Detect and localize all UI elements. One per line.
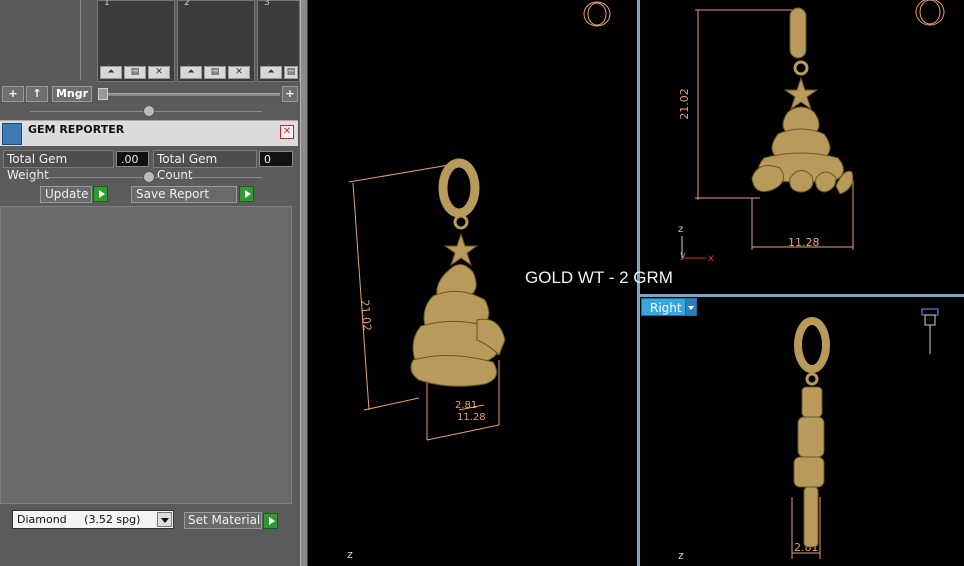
gem-stats-row: Total Gem Weight .00 Total Gem Count 0 <box>0 150 298 182</box>
chevron-down-icon[interactable] <box>157 512 172 527</box>
layer-up-button[interactable]: ⏶ <box>100 66 122 79</box>
layer-save-button[interactable]: ▤ <box>124 66 146 79</box>
gem-report-list[interactable] <box>0 206 292 504</box>
layer-toolbar: + ↑ Mngr + <box>0 84 300 104</box>
layer-column-2[interactable]: 2 ⏶ ▤ ✕ <box>177 0 255 82</box>
front-axis-z: z <box>678 224 683 235</box>
layer-number: 1 <box>104 0 110 8</box>
panel-divider-knob[interactable] <box>143 105 155 117</box>
gold-weight-label: GOLD WT - 2 GRM <box>525 268 673 287</box>
save-report-go-icon[interactable] <box>239 186 254 202</box>
front-width-dim: 11.28 <box>788 236 820 249</box>
panel-splitter[interactable] <box>300 0 308 566</box>
layer-slider-track <box>100 93 280 96</box>
manager-button[interactable]: Mngr <box>52 86 92 102</box>
ring-gizmo-icon <box>583 1 611 27</box>
perspective-axis-z: z <box>347 548 353 561</box>
total-gem-count-value: 0 <box>259 151 293 167</box>
gem-reporter-header: GEM REPORTER ✕ <box>0 120 298 146</box>
pendant-model <box>793 317 830 548</box>
view-name-tag[interactable]: Right <box>641 298 691 316</box>
plus-button[interactable]: + <box>282 86 298 102</box>
layer-save-button[interactable]: ▤ <box>284 66 298 79</box>
update-go-icon[interactable] <box>93 186 108 202</box>
layer-scrollbar[interactable] <box>80 0 92 80</box>
layer-manager: 1 ⏶ ▤ ✕ 2 ⏶ ▤ ✕ 3 ⏶ ▤ <box>0 0 300 84</box>
panel-divider-knob[interactable] <box>143 171 155 183</box>
layer-save-button[interactable]: ▤ <box>204 66 226 79</box>
gem-reporter-title: GEM REPORTER <box>28 123 125 136</box>
total-gem-count-label: Total Gem Count <box>153 150 257 182</box>
perspective-height-dim: 21.02 <box>358 299 374 332</box>
update-button[interactable]: Update <box>40 186 92 203</box>
left-panel: 1 ⏶ ▤ ✕ 2 ⏶ ▤ ✕ 3 ⏶ ▤ + ↑ Mngr + GEM REP… <box>0 0 300 566</box>
perspective-depth-dim: 2.81 <box>455 400 477 411</box>
close-icon[interactable]: ✕ <box>280 125 294 139</box>
layer-column-3[interactable]: 3 ⏶ ▤ <box>257 0 300 82</box>
right-scene: 2.81 z <box>678 308 939 562</box>
front-scene: 21.02 11.28 z y x <box>678 0 945 264</box>
front-viewport[interactable]: 21.02 11.28 z y x <box>640 0 964 294</box>
set-material-button[interactable]: Set Material <box>184 512 262 529</box>
pendant-model <box>751 7 854 195</box>
total-gem-weight-label: Total Gem Weight <box>3 150 114 182</box>
view-gizmo-icon <box>921 308 939 354</box>
front-axis-x: x <box>708 253 714 264</box>
layer-number: 2 <box>184 0 190 8</box>
layer-up-button[interactable]: ⏶ <box>180 66 202 79</box>
right-axis-z: z <box>678 549 684 562</box>
save-report-button[interactable]: Save Report <box>131 186 237 203</box>
layer-delete-button[interactable]: ✕ <box>148 66 170 79</box>
layer-slider-thumb[interactable] <box>98 88 108 100</box>
material-select-value: Diamond (3.52 spg) <box>17 513 141 526</box>
front-height-dim: 21.02 <box>678 88 691 120</box>
right-viewport[interactable]: 2.81 z <box>640 297 964 566</box>
pendant-model <box>410 158 506 387</box>
add-layer-button[interactable]: + <box>2 86 24 102</box>
chevron-down-icon[interactable] <box>685 298 697 316</box>
ring-gizmo-icon <box>915 0 945 26</box>
perspective-width-dim: 11.28 <box>457 412 486 423</box>
layer-up-button[interactable]: ⏶ <box>260 66 282 79</box>
material-select[interactable]: Diamond (3.52 spg) <box>12 510 174 529</box>
layer-column-1[interactable]: 1 ⏶ ▤ ✕ <box>97 0 175 82</box>
layer-delete-button[interactable]: ✕ <box>228 66 250 79</box>
move-up-button[interactable]: ↑ <box>26 86 48 102</box>
total-gem-weight-value: .00 <box>116 151 149 167</box>
set-material-go-icon[interactable] <box>263 513 278 529</box>
front-axis-y: y <box>680 250 686 261</box>
gem-reporter-icon <box>2 123 22 145</box>
layer-number: 3 <box>264 0 270 8</box>
